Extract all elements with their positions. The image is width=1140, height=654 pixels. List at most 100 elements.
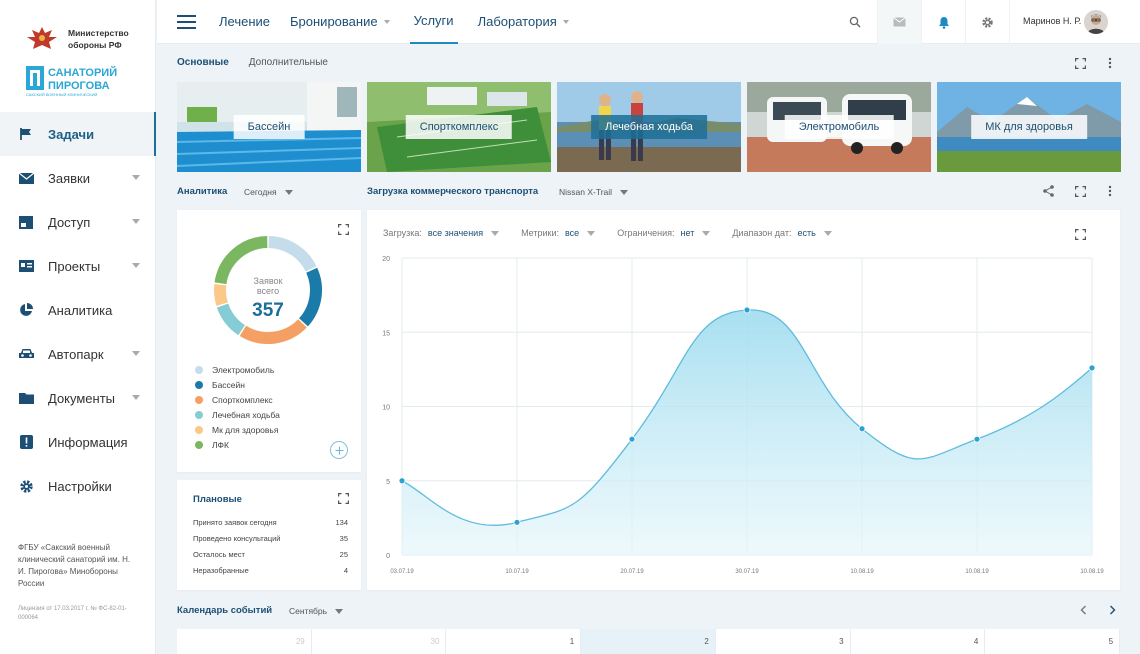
chevron-down-icon xyxy=(132,175,140,180)
sidebar-item-analytics[interactable]: Аналитика xyxy=(0,288,156,332)
vehicle-select[interactable]: Nissan X-Trail xyxy=(559,187,629,197)
donut-label-line2: всего xyxy=(257,286,279,296)
sidebar-item-info[interactable]: Информация xyxy=(0,420,156,464)
calendar-day[interactable]: 1 xyxy=(446,629,582,654)
service-card-pool[interactable]: Бассейн xyxy=(177,82,361,172)
sidebar-item-projects[interactable]: Проекты xyxy=(0,244,156,288)
car-icon xyxy=(18,346,34,362)
chevron-right-icon[interactable] xyxy=(1105,603,1119,617)
avatar[interactable] xyxy=(1084,10,1108,34)
tab-additional[interactable]: Дополнительные xyxy=(249,57,328,68)
fullscreen-icon[interactable] xyxy=(1073,56,1087,70)
hamburger-menu-icon[interactable] xyxy=(177,15,196,29)
fullscreen-icon[interactable] xyxy=(1073,184,1087,198)
add-circle-icon[interactable] xyxy=(330,441,348,459)
x-tick-label: 03.07.19 xyxy=(390,569,414,575)
service-tabs: Основные Дополнительные xyxy=(177,57,328,68)
planned-row-value: 134 xyxy=(335,518,348,527)
legend-dot xyxy=(195,410,203,419)
topbar: Лечение Бронирование Услуги Лаборатория Мар… xyxy=(157,0,1140,44)
legend-label: Спорткомплекс xyxy=(212,394,273,405)
sidebar-item-access[interactable]: Доступ xyxy=(0,200,156,244)
calendar-day[interactable]: 2 xyxy=(581,629,716,654)
sidebar-item-label: Доступ xyxy=(48,214,91,230)
planned-row-label: Принято заявок сегодня xyxy=(193,518,277,527)
top-menu-item[interactable]: Лечение xyxy=(219,0,270,44)
sanatorium-logo: САНАТОРИЙ ПИРОГОВА САКСКИЙ ВОЕННЫЙ КЛИНИ… xyxy=(26,62,132,98)
calendar-day[interactable]: 4 xyxy=(851,629,986,654)
top-menu-label: Лаборатория xyxy=(477,14,557,29)
donut-segment xyxy=(216,303,246,336)
top-menu-item[interactable]: Бронирование xyxy=(290,0,390,44)
calendar-day[interactable]: 5 xyxy=(985,629,1121,654)
analytics-title: Аналитика xyxy=(177,186,228,197)
top-menu-item[interactable]: Услуги xyxy=(409,0,458,44)
chevron-down-icon xyxy=(284,189,293,195)
planned-row-value: 25 xyxy=(339,550,348,559)
more-vertical-icon[interactable] xyxy=(1103,184,1117,198)
service-card-walking[interactable]: Лечебная ходьба xyxy=(557,82,741,172)
ministry-logo: Министерство обороны РФ xyxy=(22,24,129,54)
planned-panel: Плановые Принято заявок сегодня 134 Провед… xyxy=(177,480,361,590)
sidebar-item-label: Проекты xyxy=(48,258,101,274)
data-point xyxy=(743,306,751,314)
analytics-period-select[interactable]: Сегодня xyxy=(244,187,293,197)
eagle-emblem-icon xyxy=(27,27,57,49)
sidebar-item-documents[interactable]: Документы xyxy=(0,376,156,420)
search-icon[interactable] xyxy=(833,0,877,44)
data-point xyxy=(973,435,981,443)
ministry-name-line2: обороны РФ xyxy=(68,40,122,50)
data-point xyxy=(628,435,636,443)
month-select[interactable]: Сентябрь xyxy=(289,606,344,616)
id-card-icon xyxy=(18,258,34,274)
calendar-week: 29 30 1 2 3 4 5 xyxy=(177,629,1121,654)
bell-icon[interactable] xyxy=(921,0,965,44)
more-vertical-icon[interactable] xyxy=(1103,56,1117,70)
planned-row: Осталось мест 25 xyxy=(193,550,348,559)
service-card-health[interactable]: МК для здоровья xyxy=(937,82,1121,172)
planned-row-label: Осталось мест xyxy=(193,550,245,559)
legend-item: ЛФК xyxy=(195,437,280,452)
legend-label: Лечебная ходьба xyxy=(212,409,280,420)
chevron-down-icon xyxy=(562,20,569,24)
service-cards: Бассейн Спорткомплекс Лечебная ходьба Эл… xyxy=(177,82,1121,172)
sidebar-item-tasks[interactable]: Задачи xyxy=(0,112,156,156)
planned-row: Проведено консультаций 35 xyxy=(193,534,348,543)
sidebar-nav: Задачи Заявки Доступ Проекты Аналитика Автопа… xyxy=(0,112,156,508)
tab-main[interactable]: Основные xyxy=(177,57,229,68)
sidebar-item-requests[interactable]: Заявки xyxy=(0,156,156,200)
chevron-left-icon[interactable] xyxy=(1076,603,1090,617)
settings-gear-icon[interactable] xyxy=(965,0,1009,44)
fullscreen-icon[interactable] xyxy=(336,491,350,505)
calendar-day[interactable]: 29 xyxy=(177,629,312,654)
donut-segment xyxy=(298,267,322,327)
planned-title: Плановые xyxy=(193,494,242,505)
sidebar-item-label: Автопарк xyxy=(48,346,104,362)
planned-row: Неразобранные 4 xyxy=(193,566,348,575)
service-card-label: МК для здоровья xyxy=(971,115,1087,139)
sidebar-item-fleet[interactable]: Автопарк xyxy=(0,332,156,376)
donut-segment xyxy=(214,284,228,306)
y-tick-label: 20 xyxy=(382,256,390,263)
top-menu-item[interactable]: Лаборатория xyxy=(478,0,569,44)
donut-legend: Электромобиль Бассейн Спорткомплекс Лечебна… xyxy=(195,362,280,452)
legend-dot xyxy=(195,440,203,449)
donut-segment xyxy=(239,319,307,344)
share-icon[interactable] xyxy=(1041,184,1055,198)
sidebar-item-label: Заявки xyxy=(48,170,90,186)
service-card-sports[interactable]: Спорткомплекс xyxy=(367,82,551,172)
top-menu-label: Лечение xyxy=(219,14,271,29)
planned-row-value: 4 xyxy=(343,566,348,575)
legend-dot xyxy=(195,425,203,434)
calendar-day[interactable]: 3 xyxy=(716,629,851,654)
chevron-down-icon xyxy=(383,20,390,24)
calendar-day[interactable]: 30 xyxy=(312,629,447,654)
sidebar-item-settings[interactable]: Настройки xyxy=(0,464,156,508)
user-name[interactable]: Маринов Н. Р. xyxy=(1023,16,1081,26)
x-tick-label: 10.07.19 xyxy=(505,569,529,575)
mail-icon[interactable] xyxy=(877,0,921,44)
transport-title: Загрузка коммерческого транспорта xyxy=(367,186,539,197)
data-point xyxy=(398,477,406,485)
ministry-name-line1: Министерство xyxy=(68,28,129,38)
service-card-electric[interactable]: Электромобиль xyxy=(747,82,931,172)
